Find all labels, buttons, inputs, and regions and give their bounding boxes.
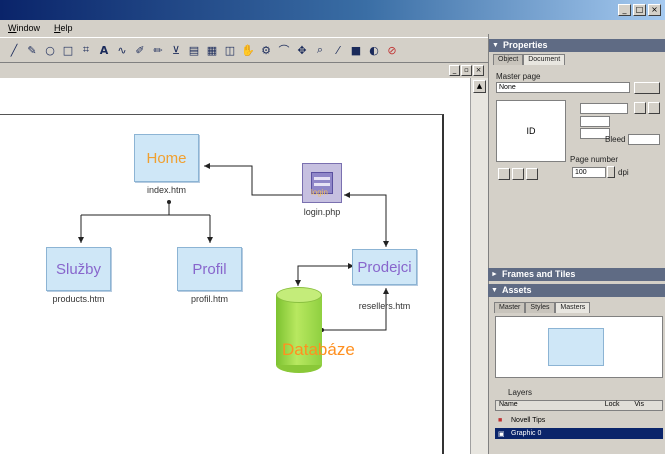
node-login-caption: login.php (303, 207, 341, 217)
page-preview-label: ID (526, 126, 536, 136)
layer-row[interactable]: ■ Novell Tips (495, 415, 663, 426)
node-profil-caption: profil.htm (190, 294, 228, 304)
node-prodejci-caption: resellers.htm (358, 301, 411, 311)
node-home[interactable]: Home (134, 134, 199, 182)
node-login[interactable]: login (302, 163, 342, 203)
node-login-label: login (311, 188, 328, 197)
connector-prodejci-db (297, 265, 354, 286)
assets-header[interactable]: Assets (488, 284, 665, 297)
tab-document[interactable]: Document (523, 54, 566, 65)
master-page-select[interactable]: None (496, 82, 630, 93)
bleed-field[interactable] (628, 134, 660, 145)
layer-name: Graphic 0 (511, 430, 542, 437)
connector-home-login (204, 165, 302, 196)
database-label: Databáze (282, 340, 355, 359)
asset-thumbnail[interactable] (548, 328, 604, 366)
node-sluzby-label: Služby (55, 260, 102, 278)
tab-styles[interactable]: Styles (525, 302, 556, 313)
properties-header[interactable]: Properties (489, 39, 665, 52)
connector-home-branch (80, 202, 211, 243)
size-field[interactable] (580, 103, 628, 114)
database-icon[interactable] (276, 287, 322, 373)
node-profil[interactable]: Profil (177, 247, 242, 291)
layer-icon: ■ (498, 417, 503, 424)
node-sluzby-caption: products.htm (52, 294, 105, 304)
tab-masters[interactable]: Masters (555, 302, 591, 313)
unit-label: dpi (618, 168, 629, 177)
layers-title: Layers (508, 388, 533, 397)
layer-row-selected[interactable]: ▣ Graphic 0 (495, 428, 663, 439)
node-prodejci[interactable]: Prodejci (352, 249, 417, 285)
layers-col-name: Name (499, 401, 518, 408)
layers-header: Name Lock Vis (495, 400, 663, 411)
node-home-caption: index.htm (146, 185, 187, 195)
align-left-button[interactable] (498, 168, 510, 180)
node-profil-label: Profil (192, 260, 227, 278)
align-center-button[interactable] (512, 168, 524, 180)
properties-tabs: Object Document (493, 54, 566, 65)
page-preview: ID (496, 100, 566, 162)
connector-login-prodejci (344, 194, 387, 247)
width-field[interactable] (580, 116, 610, 127)
page-number-field[interactable]: 100 (572, 167, 606, 178)
page-number-spin[interactable] (607, 166, 615, 178)
bleed-label: Bleed (605, 135, 626, 144)
frames-tiles-header[interactable]: Frames and Tiles (488, 268, 665, 281)
page-number-label: Page number (570, 155, 619, 164)
tab-master[interactable]: Master (494, 302, 526, 313)
layer-icon: ▣ (498, 430, 505, 438)
layers-col-vis: Vis (634, 401, 644, 408)
align-right-button[interactable] (526, 168, 538, 180)
master-page-label: Master page (496, 72, 541, 81)
layer-name: Novell Tips (511, 417, 546, 424)
node-home-label: Home (146, 149, 187, 167)
orientation-landscape-button[interactable] (648, 102, 660, 114)
node-prodejci-label: Prodejci (357, 258, 412, 276)
asset-tabs: Master Styles Masters (494, 302, 591, 313)
app-window: _ □ × Window Help ╱ ✎ ○ □ ⌗ A ∿ ✐ ✏ ⊻ ▤ … (0, 0, 665, 454)
tab-object[interactable]: Object (493, 54, 524, 65)
node-sluzby[interactable]: Služby (46, 247, 111, 291)
layers-col-lock: Lock (604, 401, 620, 408)
master-page-button[interactable] (634, 82, 660, 94)
orientation-portrait-button[interactable] (634, 102, 646, 114)
